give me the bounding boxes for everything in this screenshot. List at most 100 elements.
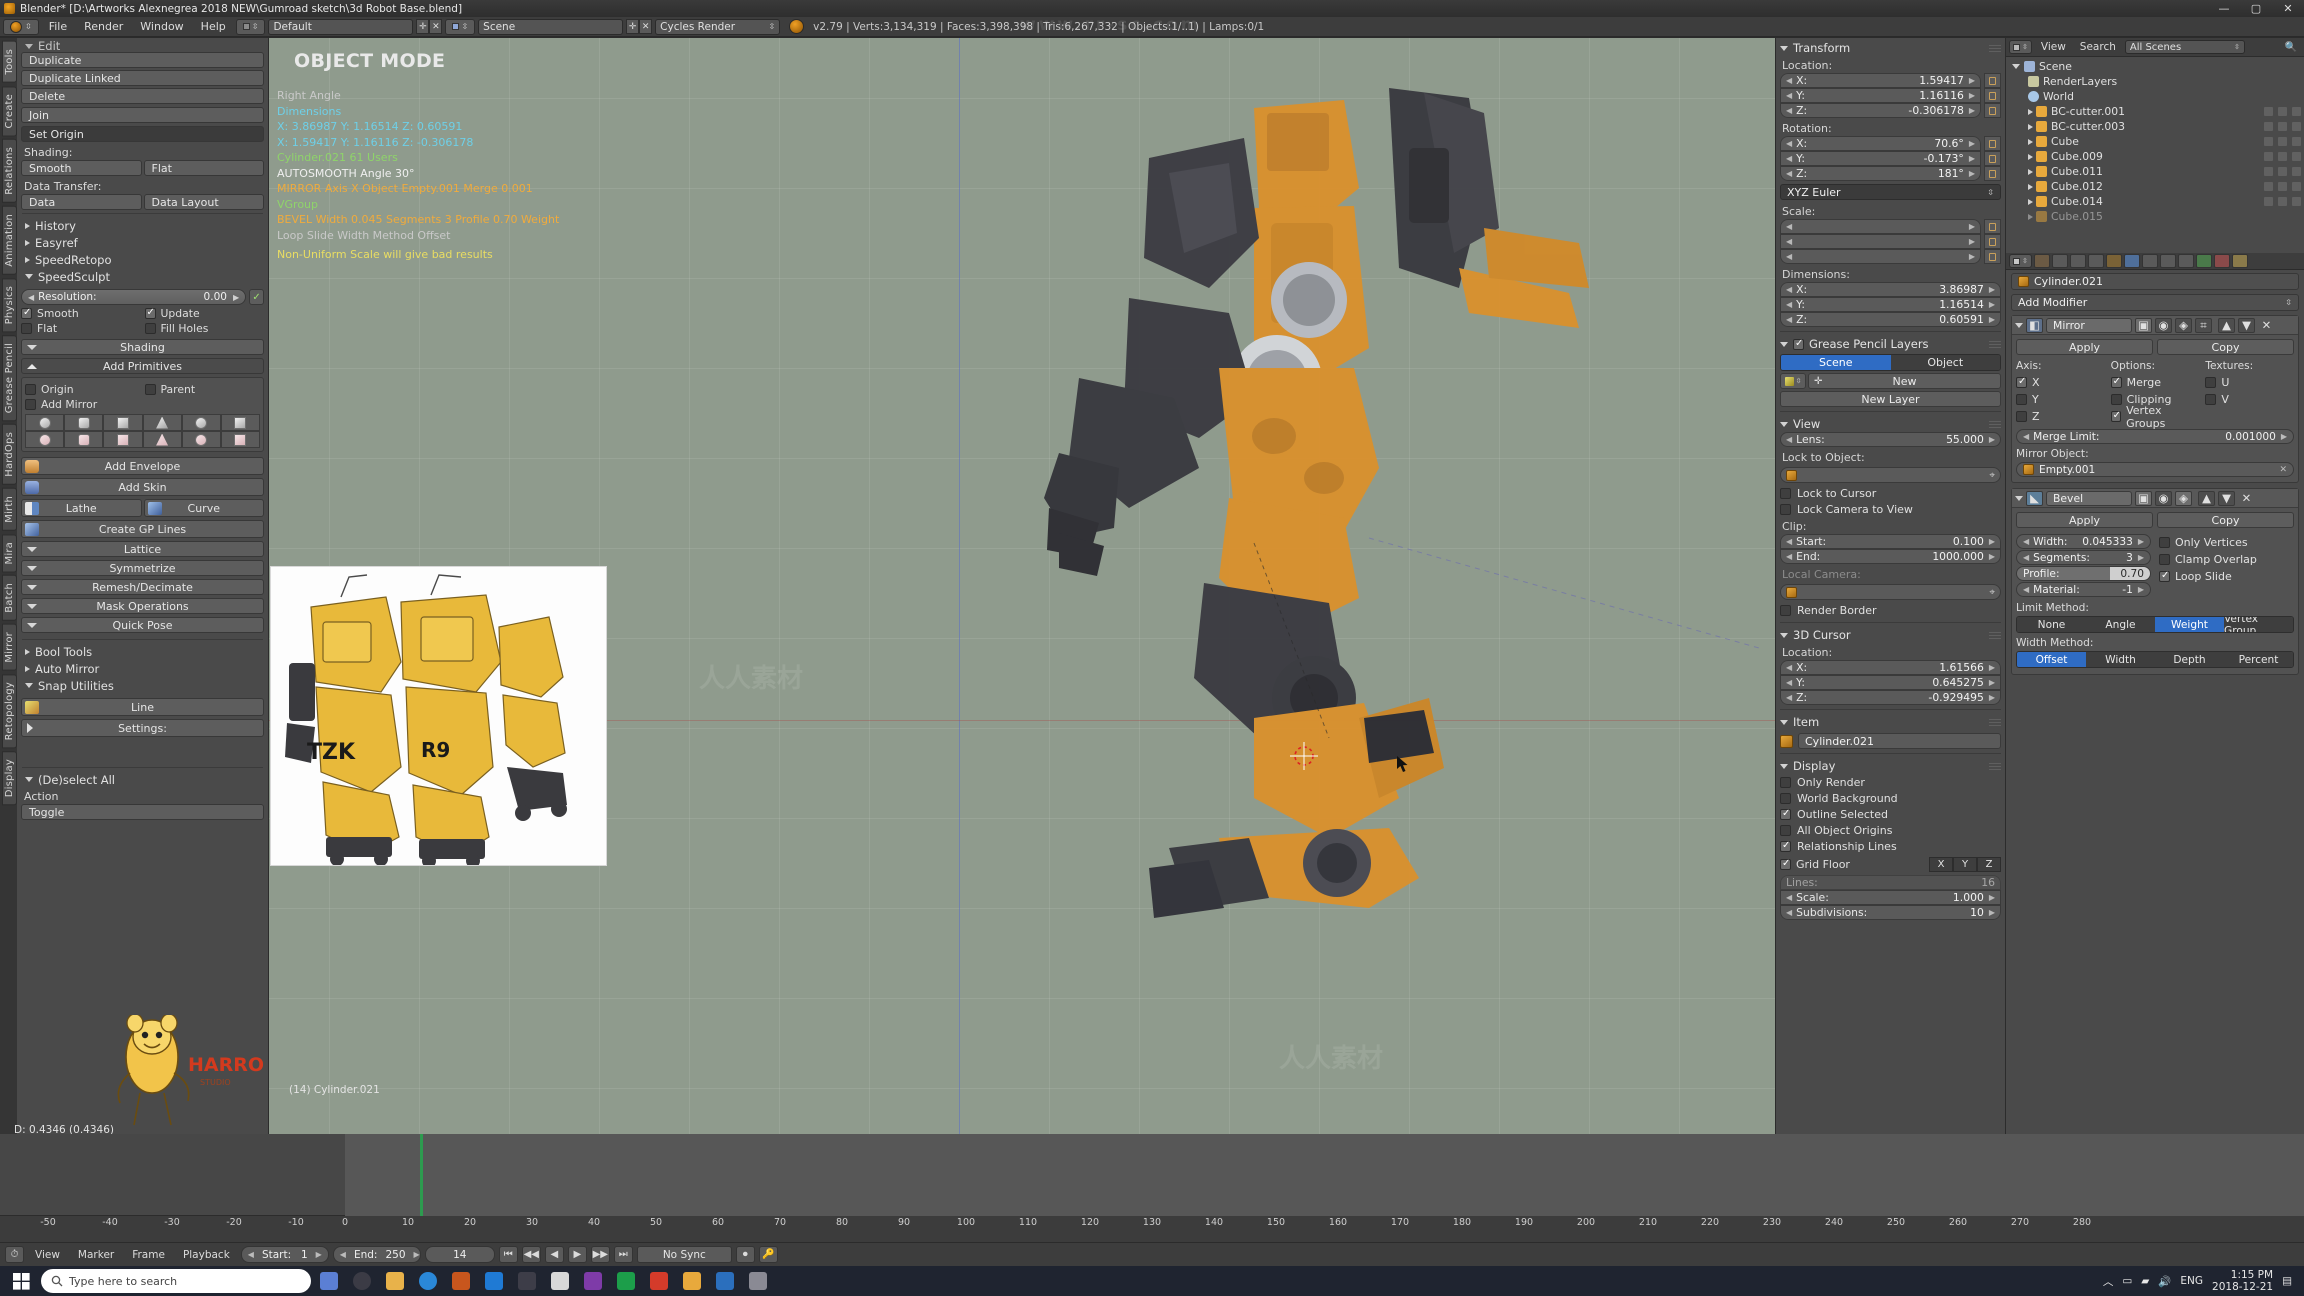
decrement-arrow[interactable]: ◀ [1786,237,1792,246]
section-easyref[interactable]: Easyref [21,234,264,251]
increment-arrow[interactable]: ▶ [1989,315,1995,324]
decrement-arrow[interactable]: ◀ [1786,678,1792,687]
lock-rotation-y-button[interactable] [1984,151,2001,166]
current-frame-field[interactable]: 14 [424,1246,495,1263]
mirror-merge-limit-field[interactable]: ◀ Merge Limit: 0.001000 ▶ [2016,429,2294,444]
shade-flat-button[interactable]: Flat [143,160,264,176]
dimensions-z-field[interactable]: ◀ Z: 0.60591 ▶ [1780,312,2001,327]
shading-subpanel-button[interactable]: Shading [21,339,264,355]
play-reverse-button[interactable]: ◀ [544,1246,564,1263]
increment-arrow[interactable]: ▶ [1989,663,1995,672]
grid-axis-y-toggle[interactable]: Y [1953,857,1977,872]
lock-camera-to-view-checkbox[interactable]: Lock Camera to View [1780,501,2001,517]
chevron-right-icon[interactable] [2028,183,2033,190]
increment-arrow[interactable]: ▶ [1989,285,1995,294]
auto-keyframe-button[interactable]: ⏺ [735,1246,755,1263]
bevel-limit-none-button[interactable]: None [2017,617,2086,632]
mirror-axis-x-checkbox[interactable]: X [2016,374,2105,391]
increment-arrow[interactable]: ▶ [1989,893,1995,902]
restrict-view-icon[interactable] [2264,122,2273,131]
outliner-row-world[interactable]: World [2006,89,2304,104]
restrict-select-icon[interactable] [2278,167,2287,176]
increment-arrow[interactable]: ▶ [2138,553,2144,562]
delete-modifier-icon[interactable]: ✕ [2238,491,2255,506]
gp-object-button[interactable]: Object [1890,355,2000,370]
restrict-select-icon[interactable] [2278,197,2287,206]
timeline-playhead[interactable] [420,1134,423,1216]
timeline-menu-view[interactable]: View [28,1247,67,1263]
bevel-copy-button[interactable]: Copy [2157,512,2294,528]
clear-object-icon[interactable]: ✕ [2279,465,2287,475]
lock-scale-z-button[interactable] [1984,249,2001,264]
gp-new-button[interactable]: ✛ New [1808,373,2001,389]
increment-arrow[interactable]: ▶ [316,1250,322,1259]
rotation-x-field[interactable]: ◀ X: 70.6° ▶ [1780,136,1981,151]
cursor-z-field[interactable]: ◀ Z: -0.929495 ▶ [1780,690,2001,705]
increment-arrow[interactable]: ▶ [1969,76,1975,85]
outliner-row-bc-cutter-001[interactable]: BC-cutter.001 [2006,104,2304,119]
restrict-render-icon[interactable] [2292,137,2301,146]
chevron-right-icon[interactable] [2028,213,2033,220]
menu-file[interactable]: File [42,19,74,35]
outliner-row-cube-012[interactable]: Cube.012 [2006,179,2304,194]
outliner-row-cube[interactable]: Cube [2006,134,2304,149]
tab-scene[interactable] [2069,254,2086,268]
menu-render[interactable]: Render [77,19,130,35]
section-speedretopo[interactable]: SpeedRetopo [21,251,264,268]
clip-start-field[interactable]: ◀ Start: 0.100 ▶ [1780,534,2001,549]
tab-render-layers[interactable] [2051,254,2068,268]
chevron-down-icon[interactable] [2015,322,2023,328]
data-layout-button[interactable]: Data Layout [143,194,264,210]
scene-new-button[interactable]: ✛ [626,19,640,34]
mirror-texture-u-checkbox[interactable]: U [2205,374,2294,391]
tab-world[interactable] [2087,254,2104,268]
decrement-arrow[interactable]: ◀ [2023,537,2029,546]
restrict-select-icon[interactable] [2278,107,2287,116]
chevron-right-icon[interactable] [2028,168,2033,175]
explorer-button[interactable] [380,1267,410,1295]
lock-scale-x-button[interactable] [1984,219,2001,234]
bevel-width-offset-button[interactable]: Offset [2017,652,2086,667]
rail-tab-tools[interactable]: Tools [2,41,17,83]
increment-arrow[interactable]: ▶ [1969,154,1975,163]
chevron-right-icon[interactable] [2028,123,2033,130]
apply-on-spline-icon[interactable]: ⌗ [2195,317,2212,333]
rail-tab-hardops[interactable]: HardOps [2,424,17,486]
scene-field[interactable]: Scene [478,18,624,35]
restrict-view-icon[interactable] [2264,182,2273,191]
lattice-button[interactable]: Lattice [21,541,264,557]
snap-settings-button[interactable]: Settings: [21,719,264,737]
app-button-6[interactable] [677,1267,707,1295]
timeline-editor[interactable]: -50 -40 -30 -20 -10 0 10 20 30 40 50 60 … [0,1134,2304,1242]
bevel-material-field[interactable]: ◀ Material: -1 ▶ [2016,582,2151,597]
rail-tab-create[interactable]: Create [2,85,17,137]
dimensions-x-field[interactable]: ◀ X: 3.86987 ▶ [1780,282,2001,297]
resolution-slider[interactable]: ◀ Resolution: 0.00 ▶ [21,289,247,305]
sync-mode-selector[interactable]: No Sync [636,1246,732,1263]
add-envelope-button[interactable]: Add Envelope [21,457,264,475]
symmetrize-button[interactable]: Symmetrize [21,560,264,576]
outliner-menu-search[interactable]: Search [2075,40,2121,54]
app-button-1[interactable] [512,1267,542,1295]
grid-lines-field[interactable]: Lines: 16 [1780,875,2001,890]
outliner-row-cube-011[interactable]: Cube.011 [2006,164,2304,179]
bevel-profile-slider[interactable]: Profile: 0.70 [2016,566,2151,581]
app-button-7[interactable] [710,1267,740,1295]
duplicate-linked-button[interactable]: Duplicate Linked [21,70,264,86]
layout-delete-button[interactable]: ✕ [429,19,443,34]
render-engine-selector[interactable]: Cycles Render ⇳ [655,18,781,35]
rail-tab-relations[interactable]: Relations [2,139,17,203]
bevel-limit-weight-button[interactable]: Weight [2155,617,2224,632]
action-value-field[interactable]: Toggle [21,804,264,820]
tab-modifiers[interactable] [2123,254,2140,268]
increment-arrow[interactable]: ▶ [1969,91,1975,100]
data-button[interactable]: Data [21,194,142,210]
rail-tab-mirth[interactable]: Mirth [2,488,17,531]
cortana-button[interactable] [347,1267,377,1295]
lock-location-z-button[interactable] [1984,103,2001,118]
outliner-display-mode[interactable]: All Scenes ⇳ [2124,40,2245,54]
curve-button[interactable]: Curve [143,499,264,517]
decrement-arrow[interactable]: ◀ [1786,435,1792,444]
primitive-cube-mirror-button[interactable] [103,431,143,448]
bevel-loop-slide-checkbox[interactable]: Loop Slide [2159,568,2294,585]
